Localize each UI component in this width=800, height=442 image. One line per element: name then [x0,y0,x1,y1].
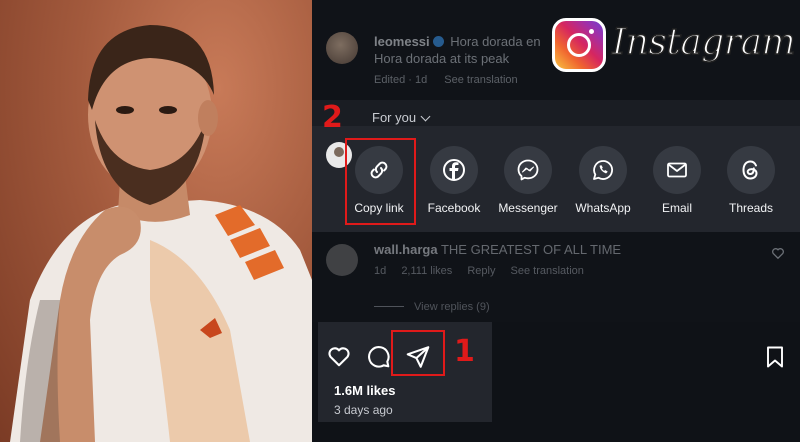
comment-icon[interactable] [365,343,391,369]
instagram-logo: Instagram [548,16,796,74]
bookmark-icon[interactable] [764,345,786,369]
commenter-avatar[interactable] [326,244,358,276]
comment-meta: 1d 2,111 likes Reply See translation [374,265,596,277]
email-icon [653,146,701,194]
comment-heart-icon[interactable] [771,246,785,260]
chevron-down-icon [420,111,431,122]
player-illustration [10,25,312,442]
step-number-2: 2 [322,100,343,135]
like-heart-icon[interactable] [326,343,352,369]
share-option-email[interactable]: Email [640,142,714,226]
commenter-username[interactable]: wall.harga [374,242,438,257]
share-option-threads[interactable]: Threads [714,142,788,226]
comment-see-translation-link[interactable]: See translation [511,265,584,277]
share-option-facebook[interactable]: Facebook [417,142,491,226]
verified-badge-icon [432,36,444,47]
share-option-label: Threads [728,201,774,215]
instagram-wordmark: Instagram [611,21,796,64]
likes-count[interactable]: 1.6M likes [334,383,395,398]
comments-section: wall.harga THE GREATEST OF ALL TIME 1d 2… [312,232,800,322]
see-translation-link[interactable]: See translation [444,74,517,86]
caption-line-2: Hora dorada at its peak [374,51,510,66]
step-number-1: 1 [454,334,475,369]
view-replies-link[interactable]: View replies (9) [374,301,490,313]
copy-link-highlight [345,138,416,225]
reply-link[interactable]: Reply [467,265,495,277]
share-highlight [391,330,445,376]
post-time: 3 days ago [334,403,393,417]
caption-meta: Edited · 1d See translation [374,74,532,86]
post-photo [0,0,312,442]
threads-icon [727,146,775,194]
facebook-icon [430,146,478,194]
comment-body: THE GREATEST OF ALL TIME [440,242,622,257]
instagram-icon [552,18,606,72]
comment-likes[interactable]: 2,111 likes [401,265,452,277]
for-you-label: For you [372,110,417,125]
caption-text: Hora dorada en [450,34,541,49]
author-username[interactable]: leomessi [374,34,430,49]
for-you-dropdown[interactable]: For you [372,110,431,125]
whatsapp-icon [579,146,627,194]
share-option-messenger[interactable]: Messenger [491,142,565,226]
author-avatar[interactable] [326,32,358,64]
share-option-whatsapp[interactable]: WhatsApp [566,142,640,226]
caption-line-1: leomessi Hora dorada en [374,34,541,49]
view-replies-label: View replies (9) [414,301,490,313]
replies-divider [374,306,404,307]
comment-time: 1d [374,265,387,277]
messenger-icon [504,146,552,194]
comment-text: wall.harga THE GREATEST OF ALL TIME [374,242,621,257]
post-actions: 1.6M likes 3 days ago [312,322,800,442]
edited-label: Edited · 1d [374,74,428,86]
